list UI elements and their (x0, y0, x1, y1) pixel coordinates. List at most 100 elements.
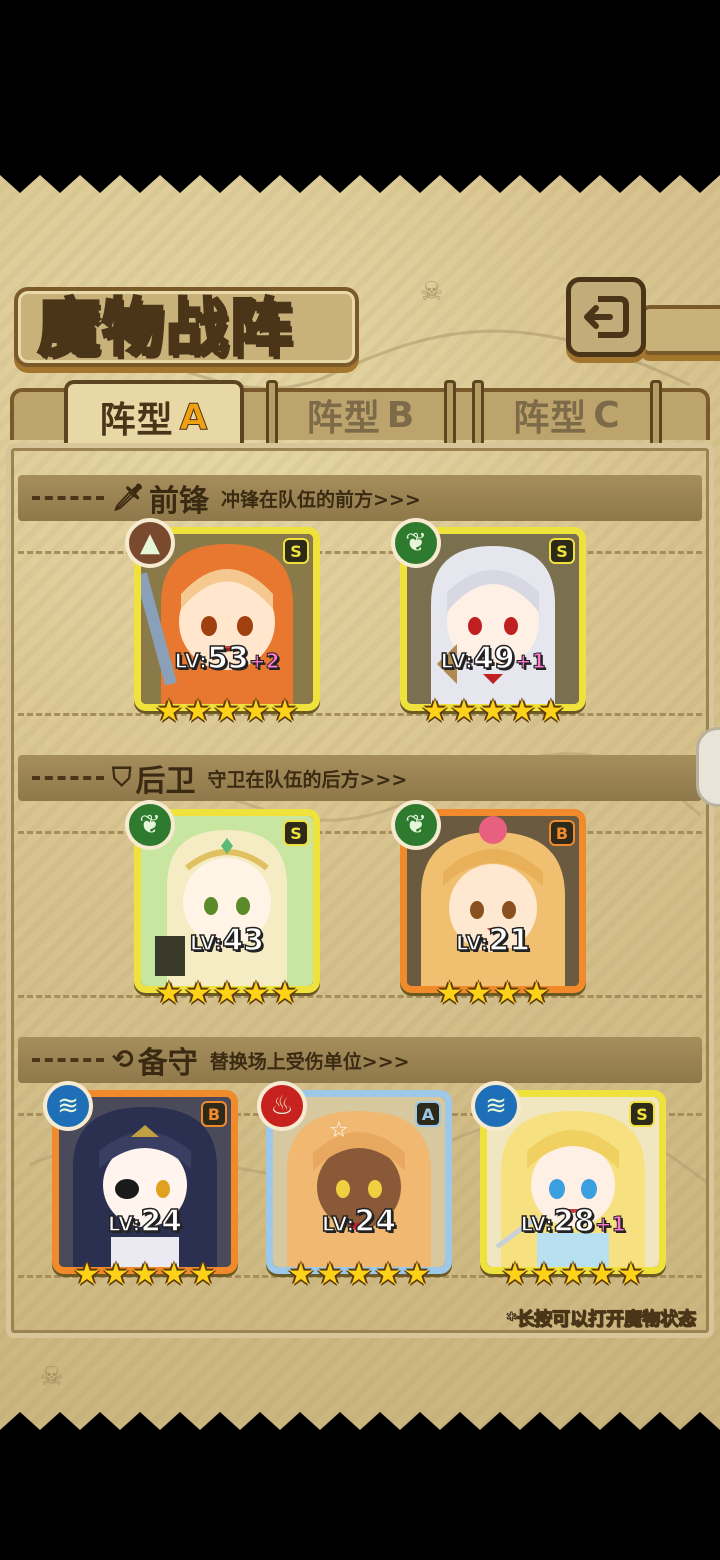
grade-badge: A (415, 1101, 441, 1127)
star-icon: ★ (421, 694, 449, 729)
lv-bonus: +1 (594, 1212, 626, 1237)
section-desc: 替换场上受伤单位>>> (209, 1050, 410, 1073)
star-icon: ★ (316, 1257, 344, 1292)
header-dash (32, 1058, 104, 1062)
star-icon: ★ (73, 1257, 101, 1292)
star-rating: ★ ★ ★ ★ ★ (407, 694, 579, 729)
tab-label: 阵型 (99, 400, 174, 441)
star-icon: ★ (160, 1257, 188, 1292)
lv-bonus: +1 (514, 649, 546, 674)
page-title: 魔物战阵 (36, 290, 295, 366)
level-label: LV:53+2 (141, 640, 313, 677)
lv-value: 49 (472, 640, 515, 677)
tab-pillar-left (266, 380, 278, 450)
monster-card-reserve-1[interactable]: ≋ B LV:24 ★ ★ ★ ★ ★ (43, 1081, 238, 1290)
section-title: 备守 (137, 1046, 198, 1081)
swap-icon: ⟲ (112, 1045, 134, 1075)
star-icon: ★ (184, 976, 212, 1011)
row-divider (18, 551, 702, 554)
star-rating: ★ ★ ★ ★ ★ (487, 1257, 659, 1292)
star-icon: ★ (530, 1257, 558, 1292)
level-label: LV:28+1 (487, 1203, 659, 1240)
grade-badge: S (283, 820, 309, 846)
leaf-icon: ❦ (125, 800, 175, 850)
level-label: LV:24 (59, 1203, 231, 1240)
lv-value: 21 (488, 922, 531, 959)
grade-badge: B (549, 820, 575, 846)
svg-text:☆: ☆ (329, 1118, 349, 1143)
lv-prefix: LV: (520, 1211, 554, 1237)
section-front-header: 🗡 前锋 冲锋在队伍的前方>>> (18, 475, 702, 521)
tab-pillar-right (650, 380, 662, 450)
tab-letter: C (593, 394, 621, 436)
side-scroll-handle[interactable] (696, 727, 720, 807)
back-button[interactable] (566, 277, 646, 357)
star-icon: ★ (102, 1257, 130, 1292)
leaf-icon: ❦ (391, 800, 441, 850)
tab-pillar-right (444, 380, 456, 450)
tab-formation-b[interactable]: 阵型 B (266, 380, 456, 450)
lv-value: 53 (206, 640, 249, 677)
section-title: 前锋 (149, 484, 210, 519)
grade-badge: S (283, 538, 309, 564)
star-icon: ★ (213, 694, 241, 729)
back-button-base (640, 305, 720, 355)
zigzag-border-bottom (0, 1412, 720, 1440)
svg-text:☠: ☠ (420, 277, 443, 307)
star-icon: ★ (501, 1257, 529, 1292)
level-label: LV:24 (273, 1203, 445, 1240)
row-divider (18, 831, 702, 834)
star-icon: ★ (588, 1257, 616, 1292)
earth-icon: ▲ (125, 518, 175, 568)
star-icon: ★ (271, 976, 299, 1011)
monster-card-front-1[interactable]: ▲ S LV:53+2 ★ ★ ★ ★ ★ (125, 518, 320, 727)
monster-card-reserve-2[interactable]: ☆ ♨ A LV:24 ★ ★ ★ ★ ★ (257, 1081, 452, 1290)
star-icon: ★ (242, 694, 270, 729)
monster-card-front-2[interactable]: ❦ S LV:49+1 ★ ★ ★ ★ ★ (391, 518, 586, 727)
star-icon: ★ (450, 694, 478, 729)
tab-letter: A (179, 396, 209, 438)
star-rating: ★ ★ ★ ★ ★ (273, 1257, 445, 1292)
star-icon: ★ (189, 1257, 217, 1292)
star-icon: ★ (155, 694, 183, 729)
star-icon: ★ (242, 976, 270, 1011)
section-back-header: ⛉ 后卫 守卫在队伍的后方>>> (18, 755, 702, 801)
svg-text:☠: ☠ (40, 1362, 63, 1392)
monster-card-back-1[interactable]: ❦ S LV:43 ★ ★ ★ ★ ★ (125, 800, 320, 1009)
tab-label: 阵型 (513, 398, 588, 439)
lv-prefix: LV: (321, 1211, 355, 1237)
sword-icon: 🗡 (112, 483, 146, 513)
back-arrow-icon (584, 296, 629, 338)
level-label: LV:43 (141, 922, 313, 959)
shield-icon: ⛉ (112, 762, 132, 793)
star-rating: ★ ★ ★ ★ ★ (141, 694, 313, 729)
star-icon: ★ (213, 976, 241, 1011)
header-dash (32, 776, 104, 780)
lv-prefix: LV: (455, 930, 489, 956)
star-icon: ★ (436, 976, 463, 1011)
level-label: LV:21 (407, 922, 579, 959)
tab-formation-c[interactable]: 阵型 C (472, 380, 662, 450)
lv-bonus: +2 (248, 649, 280, 674)
star-icon: ★ (617, 1257, 645, 1292)
star-rating: ★ ★ ★ ★ ★ (141, 976, 313, 1011)
monster-card-back-2[interactable]: ❦ B LV:21 ★ ★ ★ ★ (391, 800, 586, 1009)
tab-letter: B (386, 394, 416, 436)
row-divider (18, 995, 702, 998)
star-icon: ★ (155, 976, 183, 1011)
star-icon: ★ (345, 1257, 373, 1292)
tab-formation-a[interactable]: 阵型 A (64, 380, 244, 450)
grade-badge: S (549, 538, 575, 564)
star-icon: ★ (374, 1257, 402, 1292)
formation-panel: ☠ ☠ 魔物战阵 阵型 A 阵型 B 阵型 C 🗡 前锋 冲锋在队伍的前方>>>… (0, 165, 720, 1440)
section-desc: 守卫在队伍的后方>>> (207, 768, 408, 791)
fire-icon: ♨ (257, 1081, 307, 1131)
star-icon: ★ (523, 976, 550, 1011)
lv-value: 24 (140, 1203, 183, 1240)
tab-label: 阵型 (306, 398, 381, 439)
leaf-icon: ❦ (391, 518, 441, 568)
level-label: LV:49+1 (407, 640, 579, 677)
lv-prefix: LV: (440, 648, 474, 674)
monster-card-reserve-3[interactable]: ≋ S LV:28+1 ★ ★ ★ ★ ★ (471, 1081, 666, 1290)
lv-prefix: LV: (189, 930, 223, 956)
